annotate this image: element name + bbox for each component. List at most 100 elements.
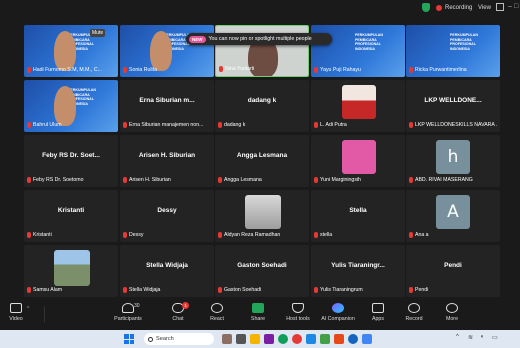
windows-start-icon[interactable] xyxy=(124,334,134,344)
participant-tile[interactable]: Kristanti Kristanti xyxy=(24,190,118,242)
participant-name-text: Yayu Puji Rahayu xyxy=(320,67,361,73)
ai-companion-icon xyxy=(332,303,344,313)
powerpoint-icon[interactable] xyxy=(334,334,344,344)
participant-name-label: Hadi Furnomo S.M, M.M., C... xyxy=(27,66,116,74)
muted-mic-icon xyxy=(314,122,318,128)
profile-photo xyxy=(342,140,376,174)
search-placeholder: Search xyxy=(156,336,174,342)
participant-name-label: Angga Lesmana xyxy=(218,176,307,184)
participants-button[interactable]: 30 Participants xyxy=(108,303,148,322)
recording-indicator[interactable]: Recording xyxy=(436,2,472,13)
participant-tile[interactable]: Feby RS Dr. Soet... Feby RS Dr. Soetomo xyxy=(24,135,118,187)
participant-tile[interactable]: LKP WELLDONE... LKP WELLDONESKILLS NAVARA… xyxy=(406,80,500,132)
muted-mic-icon xyxy=(219,66,223,72)
participant-name-text: Bahrul Ulum xyxy=(33,122,62,128)
shield-icon xyxy=(292,303,304,313)
chat-button[interactable]: 1 Chat xyxy=(158,302,198,322)
participant-tile[interactable]: Aldyan Reza Ramadhan xyxy=(215,190,309,242)
battery-icon[interactable]: ▭ xyxy=(492,334,498,341)
participant-tile[interactable]: Yuni Marginingsih xyxy=(311,135,405,187)
taskbar-app-icon[interactable] xyxy=(264,334,274,344)
mute-tooltip[interactable]: Mute xyxy=(90,29,106,37)
participant-tile[interactable]: h ABD. RIVAI MASERANG xyxy=(406,135,500,187)
view-button[interactable]: View xyxy=(478,2,491,13)
participant-tile[interactable]: Stella stella xyxy=(311,190,405,242)
file-explorer-icon[interactable] xyxy=(250,334,260,344)
participant-tile[interactable]: A Ana a xyxy=(406,190,500,242)
participant-tile[interactable]: Yulis Tiaraningr... Yulis Tiaraningrum xyxy=(311,245,405,297)
taskbar-app-icon[interactable] xyxy=(362,334,372,344)
participant-tile[interactable]: PERKUMPULAN PEMBICARA PROFESIONAL INDONE… xyxy=(24,80,118,132)
taskbar-app-icon[interactable] xyxy=(222,334,232,344)
participant-tile[interactable]: Arisen H. Siburian Arisen H. Siburian xyxy=(120,135,214,187)
apps-button[interactable]: Apps xyxy=(358,303,398,322)
participant-name-text: Pendi xyxy=(415,287,429,293)
muted-mic-icon xyxy=(314,67,318,73)
participant-tile[interactable]: L. Adi Putra xyxy=(311,80,405,132)
profile-photo xyxy=(245,195,281,229)
more-label: More xyxy=(445,316,459,322)
security-shield-icon[interactable] xyxy=(422,3,430,12)
participant-tile[interactable]: Pendi Pendi xyxy=(406,245,500,297)
participant-display-name: Gaston Soehadi xyxy=(237,262,287,269)
smiley-icon xyxy=(211,303,223,313)
participant-name-text: stella xyxy=(320,232,333,238)
more-button[interactable]: More xyxy=(432,303,472,322)
banner-text: You can now pin or spotlight multiple pe… xyxy=(208,36,312,42)
participant-name-text: Ricka Purwantimerlina xyxy=(415,67,467,73)
ai-companion-button[interactable]: AI Companion xyxy=(318,303,358,322)
participant-name-text: Yuni Marginingsih xyxy=(320,177,361,183)
maximize-icon[interactable]: □ xyxy=(514,3,518,11)
participant-name-text: Angga Lesmana xyxy=(224,177,262,183)
chevron-up-icon[interactable]: ^ xyxy=(456,334,459,340)
participant-display-name: Yulis Tiaraningr... xyxy=(331,262,385,269)
wifi-icon[interactable]: ≋ xyxy=(468,334,473,341)
participant-tile[interactable]: Dessy Dessy xyxy=(120,190,214,242)
word-icon[interactable] xyxy=(306,334,316,344)
participant-name-text: Ana a xyxy=(415,232,429,238)
participants-icon xyxy=(122,303,134,313)
volume-icon[interactable]: ◖ xyxy=(480,334,484,340)
react-button[interactable]: React xyxy=(197,303,237,322)
participant-display-name: dadang k xyxy=(247,97,277,104)
record-button[interactable]: Record xyxy=(394,303,434,322)
host-tools-button[interactable]: Host tools xyxy=(278,303,318,322)
participant-tile[interactable]: Gaston Soehadi Gaston Soehadi xyxy=(215,245,309,297)
participant-name-label: Ricka Purwantimerlina xyxy=(409,66,498,74)
muted-mic-icon xyxy=(314,232,318,238)
participant-tile[interactable]: Samsu Alam xyxy=(24,245,118,297)
participant-name-label: dadang k xyxy=(218,121,307,129)
video-label: Video xyxy=(9,316,23,322)
participant-name-label: ABD. RIVAI MASERANG xyxy=(409,176,498,184)
excel-icon[interactable] xyxy=(320,334,330,344)
chevron-up-icon[interactable]: ^ xyxy=(27,306,29,312)
participant-name-label: Erna Siburian manajemen non... xyxy=(123,121,212,129)
edge-browser-icon[interactable] xyxy=(278,334,288,344)
participant-tile[interactable]: Stella Widjaja Stella Widjaja xyxy=(120,245,214,297)
participant-tile[interactable]: PERKUMPULAN PEMBICARA PROFESIONAL INDONE… xyxy=(406,25,500,77)
video-button[interactable]: ^ Video xyxy=(0,303,36,322)
top-bar: Recording View – □ xyxy=(0,0,520,16)
participant-tile[interactable]: Angga Lesmana Angga Lesmana xyxy=(215,135,309,187)
avatar: h xyxy=(436,140,470,174)
participant-name-text: Stella Widjaja xyxy=(129,287,161,293)
muted-mic-icon xyxy=(409,177,413,183)
share-label: Share xyxy=(250,316,266,322)
zoom-app-icon[interactable] xyxy=(348,334,358,344)
chrome-browser-icon[interactable] xyxy=(292,334,302,344)
share-button[interactable]: Share xyxy=(238,303,278,322)
participant-video xyxy=(54,31,76,71)
muted-mic-icon xyxy=(27,287,31,293)
participants-label: Participants xyxy=(114,316,142,322)
participant-display-name: Stella Widjaja xyxy=(146,262,188,269)
task-view-icon[interactable] xyxy=(236,334,246,344)
minimize-icon[interactable]: – xyxy=(508,3,512,11)
chat-label: Chat xyxy=(172,316,184,322)
participant-tile[interactable]: Erna Siburian m... Erna Siburian manajeme… xyxy=(120,80,214,132)
participant-tile[interactable]: dadang k dadang k xyxy=(215,80,309,132)
muted-mic-icon xyxy=(218,177,222,183)
muted-mic-icon xyxy=(218,122,222,128)
muted-mic-icon xyxy=(409,67,413,73)
grid-view-icon[interactable] xyxy=(496,3,504,11)
taskbar-search-box[interactable]: Search xyxy=(144,333,214,345)
